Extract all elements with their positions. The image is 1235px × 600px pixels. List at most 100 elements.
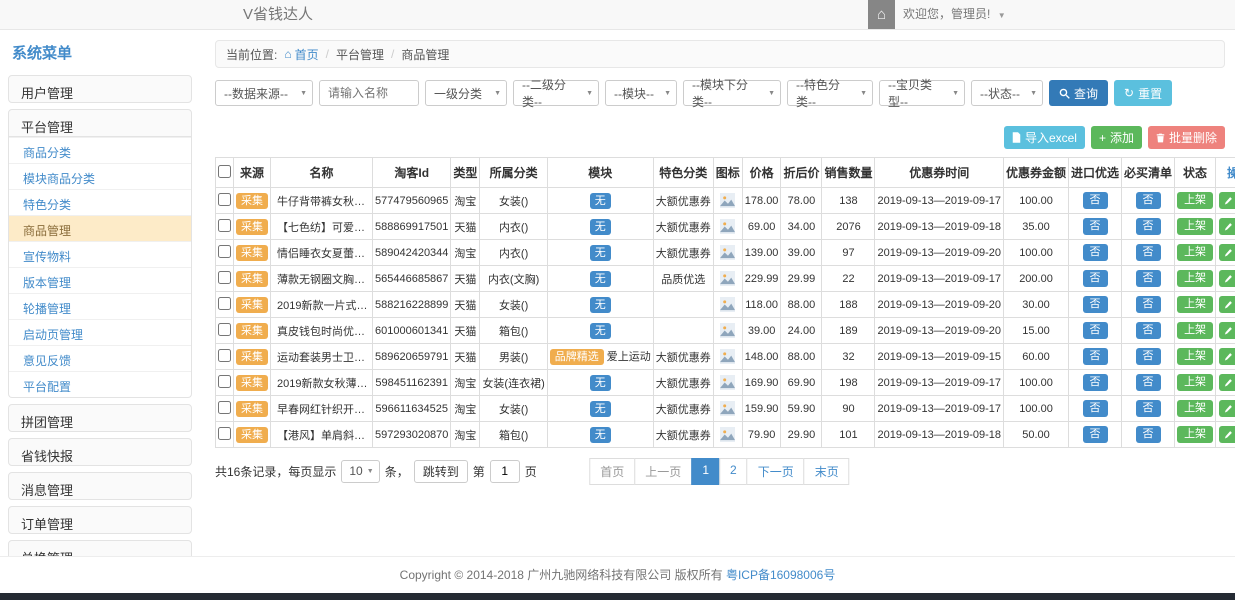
import-select-button[interactable]: 否 [1083, 400, 1108, 417]
row-checkbox[interactable] [218, 219, 231, 232]
edit-button[interactable] [1219, 322, 1235, 339]
import-select-button[interactable]: 否 [1083, 296, 1108, 313]
status-button[interactable]: 上架 [1177, 348, 1213, 365]
row-checkbox[interactable] [218, 245, 231, 258]
home-button[interactable]: ⌂ [868, 0, 895, 29]
sidebar-item-carousel-mgmt[interactable]: 轮播管理 [9, 293, 191, 319]
import-select-button[interactable]: 否 [1083, 270, 1108, 287]
import-select-button[interactable]: 否 [1083, 322, 1108, 339]
level1-category-select[interactable]: 一级分类 ▼ [425, 80, 507, 106]
page-last[interactable]: 末页 [804, 458, 850, 485]
level2-category-select[interactable]: --二级分类-- ▼ [513, 80, 599, 106]
cell-discount: 88.00 [781, 292, 822, 318]
row-checkbox[interactable] [218, 427, 231, 440]
page-first[interactable]: 首页 [589, 458, 635, 485]
must-buy-button[interactable]: 否 [1136, 322, 1161, 339]
sidebar-item-splash-mgmt[interactable]: 启动页管理 [9, 319, 191, 345]
row-checkbox[interactable] [218, 193, 231, 206]
page-2[interactable]: 2 [719, 458, 748, 485]
row-checkbox[interactable] [218, 297, 231, 310]
sidebar-item-promo-materials[interactable]: 宣传物料 [9, 241, 191, 267]
row-checkbox[interactable] [218, 375, 231, 388]
row-checkbox[interactable] [218, 323, 231, 336]
page-next[interactable]: 下一页 [747, 458, 805, 485]
edit-button[interactable] [1219, 270, 1235, 287]
row-checkbox[interactable] [218, 401, 231, 414]
cell-module: 无 [547, 214, 653, 240]
cell-taoke-id: 588216228899 [373, 292, 451, 318]
status-button[interactable]: 上架 [1177, 296, 1213, 313]
add-button[interactable]: + 添加 [1091, 126, 1142, 149]
name-search-input[interactable] [319, 80, 419, 106]
reset-button[interactable]: ↻ 重置 [1114, 80, 1172, 106]
breadcrumb-home-link[interactable]: ⌂ 首页 [284, 46, 318, 63]
sidebar-item-product-category[interactable]: 商品分类 [9, 137, 191, 163]
icp-link[interactable]: 粤ICP备16098006号 [726, 568, 835, 582]
edit-button[interactable] [1219, 426, 1235, 443]
sidebar-item-module-product-category[interactable]: 模块商品分类 [9, 163, 191, 189]
cell-sales: 22 [822, 266, 875, 292]
data-source-select[interactable]: --数据来源-- ▼ [215, 80, 313, 106]
edit-button[interactable] [1219, 400, 1235, 417]
import-excel-button[interactable]: 导入excel [1004, 126, 1085, 149]
must-buy-button[interactable]: 否 [1136, 348, 1161, 365]
sidebar-item-platform-mgmt[interactable]: 平台管理 [8, 109, 192, 137]
user-menu[interactable]: 欢迎您，管理员! ▼ [903, 0, 1006, 30]
import-select-button[interactable]: 否 [1083, 426, 1108, 443]
import-select-button[interactable]: 否 [1083, 244, 1108, 261]
status-button[interactable]: 上架 [1177, 400, 1213, 417]
edit-button[interactable] [1219, 244, 1235, 261]
must-buy-button[interactable]: 否 [1136, 270, 1161, 287]
sidebar-item-platform-config[interactable]: 平台配置 [9, 371, 191, 397]
status-button[interactable]: 上架 [1177, 374, 1213, 391]
must-buy-button[interactable]: 否 [1136, 374, 1161, 391]
per-page-select[interactable]: 10 ▼ [341, 460, 379, 483]
must-buy-button[interactable]: 否 [1136, 192, 1161, 209]
edit-button[interactable] [1219, 296, 1235, 313]
status-button[interactable]: 上架 [1177, 244, 1213, 261]
status-button[interactable]: 上架 [1177, 270, 1213, 287]
must-buy-button[interactable]: 否 [1136, 296, 1161, 313]
edit-button[interactable] [1219, 348, 1235, 365]
cell-discount: 29.99 [781, 266, 822, 292]
edit-button[interactable] [1219, 192, 1235, 209]
jump-button[interactable]: 跳转到 [414, 460, 468, 483]
search-button[interactable]: 查询 [1049, 80, 1108, 106]
item-type-select[interactable]: --宝贝类型-- ▼ [879, 80, 965, 106]
sidebar-item-user-mgmt[interactable]: 用户管理 [8, 75, 192, 103]
select-all-checkbox[interactable] [218, 165, 231, 178]
featured-category-select[interactable]: --特色分类-- ▼ [787, 80, 873, 106]
sidebar-item-saving-express[interactable]: 省钱快报 [8, 438, 192, 466]
status-button[interactable]: 上架 [1177, 322, 1213, 339]
import-select-button[interactable]: 否 [1083, 348, 1108, 365]
sidebar-item-feedback[interactable]: 意见反馈 [9, 345, 191, 371]
sidebar-item-product-mgmt[interactable]: 商品管理 [9, 215, 191, 241]
module-subcategory-select[interactable]: --模块下分类-- ▼ [683, 80, 781, 106]
must-buy-button[interactable]: 否 [1136, 244, 1161, 261]
status-button[interactable]: 上架 [1177, 218, 1213, 235]
edit-button[interactable] [1219, 374, 1235, 391]
sidebar-item-version-mgmt[interactable]: 版本管理 [9, 267, 191, 293]
sidebar-item-order-mgmt[interactable]: 订单管理 [8, 506, 192, 534]
sidebar-item-message-mgmt[interactable]: 消息管理 [8, 472, 192, 500]
batch-delete-button[interactable]: 批量删除 [1148, 126, 1225, 149]
cell-coupon-time: 2019-09-13—2019-09-20 [875, 318, 1004, 344]
import-select-button[interactable]: 否 [1083, 374, 1108, 391]
row-checkbox[interactable] [218, 349, 231, 362]
page-number-input[interactable] [490, 460, 520, 483]
must-buy-button[interactable]: 否 [1136, 426, 1161, 443]
import-select-button[interactable]: 否 [1083, 192, 1108, 209]
row-checkbox[interactable] [218, 271, 231, 284]
import-select-button[interactable]: 否 [1083, 218, 1108, 235]
sidebar-item-featured-category[interactable]: 特色分类 [9, 189, 191, 215]
page-prev[interactable]: 上一页 [634, 458, 692, 485]
status-button[interactable]: 上架 [1177, 192, 1213, 209]
module-select[interactable]: --模块-- ▼ [605, 80, 677, 106]
sidebar-item-group-buy-mgmt[interactable]: 拼团管理 [8, 404, 192, 432]
page-1[interactable]: 1 [691, 458, 720, 485]
edit-button[interactable] [1219, 218, 1235, 235]
must-buy-button[interactable]: 否 [1136, 400, 1161, 417]
status-button[interactable]: 上架 [1177, 426, 1213, 443]
must-buy-button[interactable]: 否 [1136, 218, 1161, 235]
status-select[interactable]: --状态-- ▼ [971, 80, 1043, 106]
